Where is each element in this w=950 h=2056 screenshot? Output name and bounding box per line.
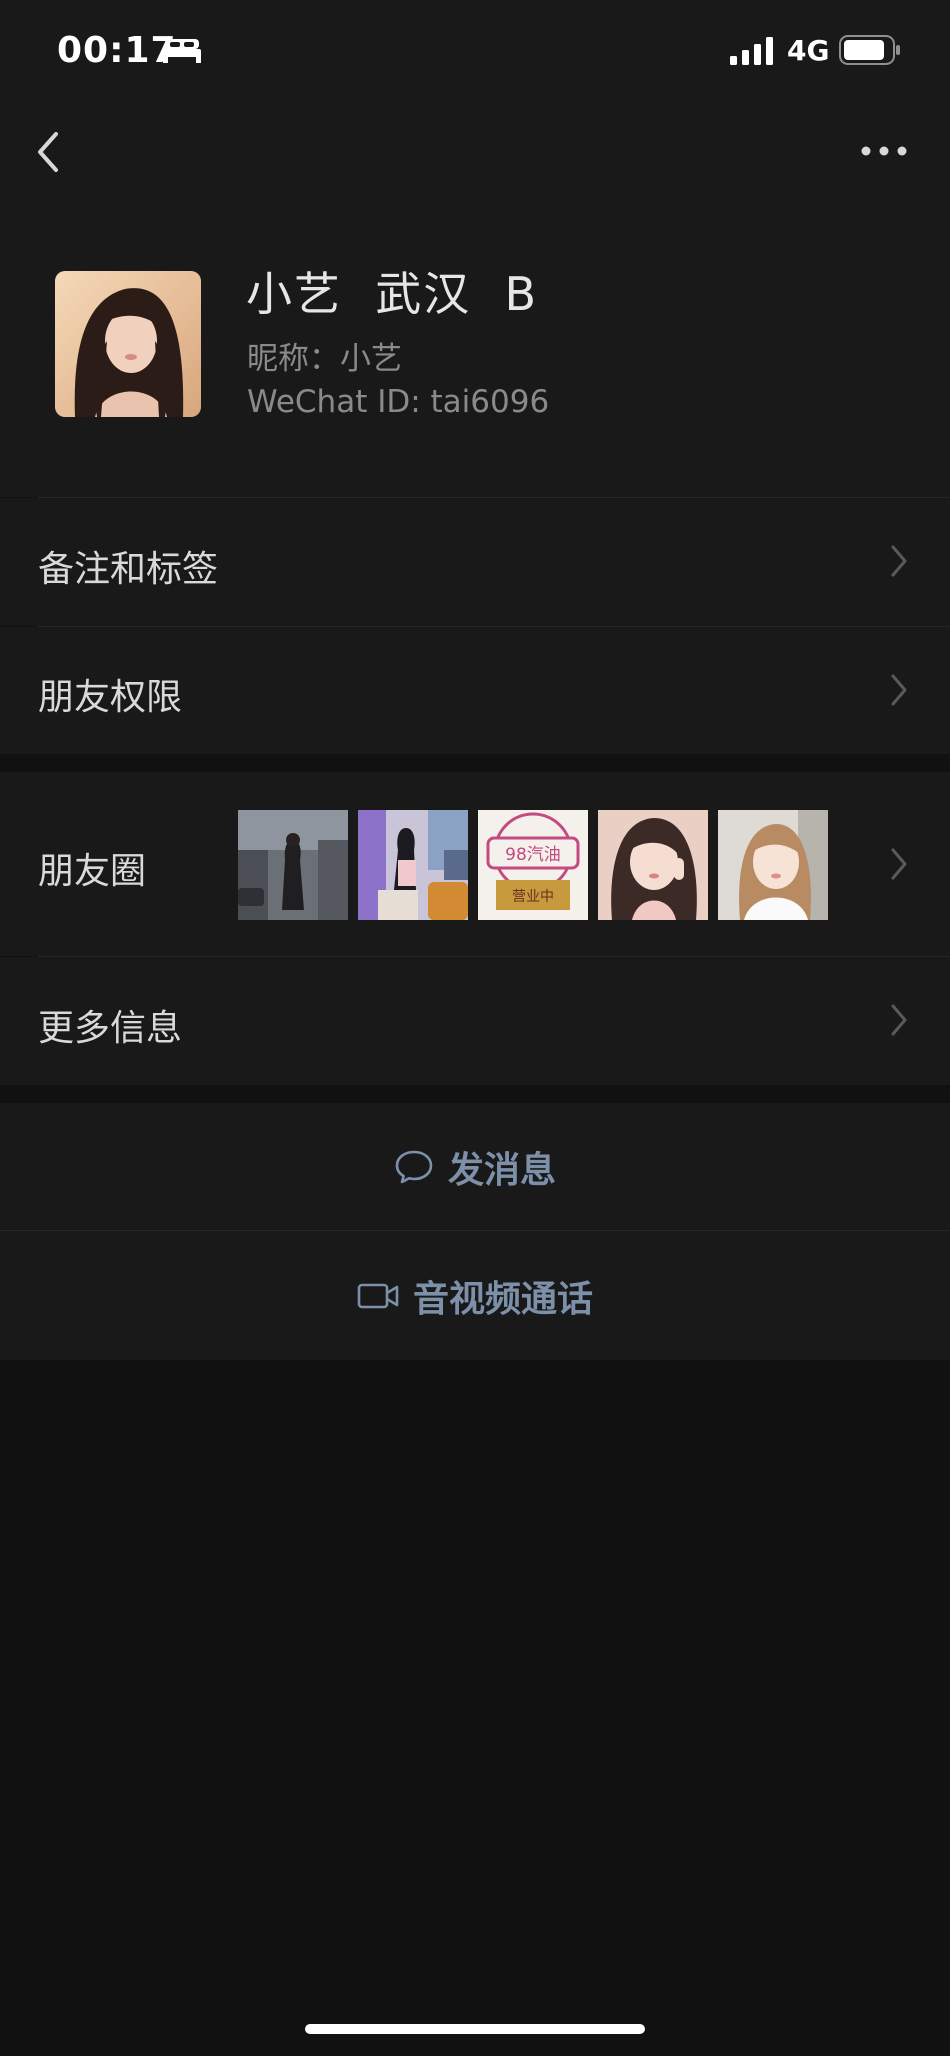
moment-photo-fuel-stamp: 98汽油 营业中 (478, 810, 588, 920)
moments-label: 朋友圈 (38, 851, 147, 892)
contact-wechat-id: WeChat ID: tai6096 (247, 384, 550, 420)
status-time: 00:17 (57, 30, 177, 71)
friend-permissions-row[interactable]: 朋友权限 (0, 627, 950, 754)
stamp-subtext: 营业中 (512, 889, 554, 905)
chevron-left-icon[interactable] (32, 128, 64, 176)
moment-photo-room (358, 810, 468, 920)
friend-permissions-label: 朋友权限 (38, 677, 183, 718)
bed-icon (163, 39, 201, 63)
battery-icon (839, 35, 900, 65)
stamp-text: 98汽油 (505, 845, 561, 865)
chevron-right-icon (891, 1004, 907, 1036)
send-message-button[interactable]: 发消息 (0, 1103, 950, 1230)
send-message-label: 发消息 (447, 1149, 556, 1191)
video-call-button[interactable]: 音视频通话 (0, 1231, 950, 1360)
network-type: 4G (787, 34, 830, 67)
chat-bubble-icon (395, 1150, 433, 1183)
avatar[interactable] (55, 271, 201, 417)
chevron-right-icon (891, 848, 907, 880)
more-info-label: 更多信息 (38, 1008, 183, 1049)
remarks-tags-label: 备注和标签 (38, 549, 219, 590)
contact-profile-screen: 00:17 4G 小艺 武汉 B 昵称：小艺 WeChat ID: tai609… (0, 0, 950, 2056)
remarks-tags-row[interactable]: 备注和标签 (0, 498, 950, 626)
video-camera-icon (357, 1283, 399, 1308)
contact-nickname: 昵称：小艺 (247, 341, 402, 377)
moment-photo-selfie (598, 810, 708, 920)
chevron-right-icon (891, 545, 907, 577)
moment-photo-street (238, 810, 348, 920)
video-call-label: 音视频通话 (412, 1278, 593, 1320)
moment-photo-portrait (718, 810, 828, 920)
home-indicator[interactable] (305, 2024, 645, 2034)
signal-bars-icon (730, 37, 773, 65)
more-dots-icon[interactable] (860, 138, 908, 164)
avatar-photo (55, 271, 201, 417)
status-bar: 00:17 4G (0, 0, 950, 104)
contact-display-name: 小艺 武汉 B (246, 267, 539, 321)
more-info-row[interactable]: 更多信息 (0, 957, 950, 1085)
chevron-right-icon (891, 674, 907, 706)
